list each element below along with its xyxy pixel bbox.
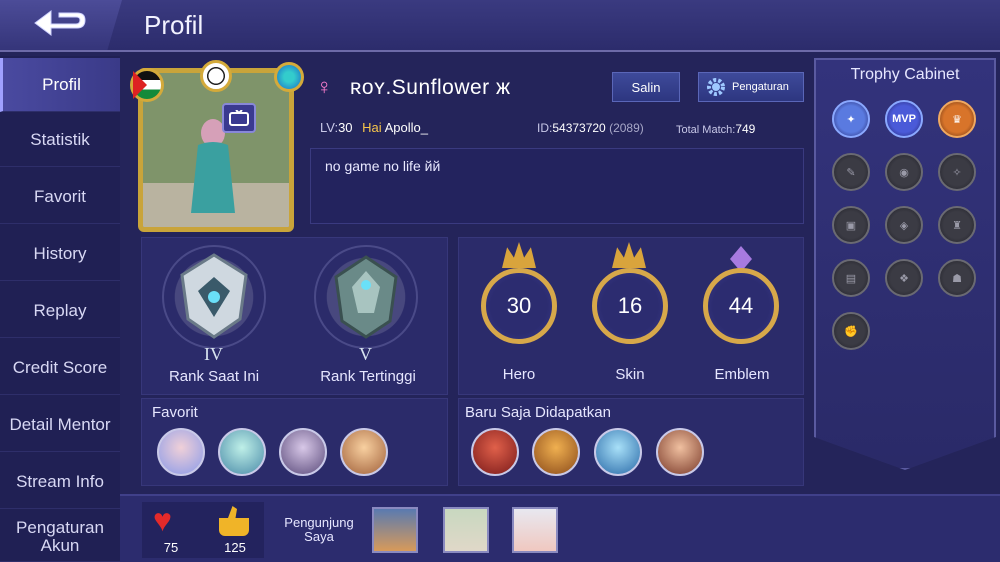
sidebar-item-pengaturan-akun[interactable]: Pengaturan Akun bbox=[0, 512, 120, 562]
skin-count-medal[interactable]: 16 bbox=[592, 268, 668, 344]
hero-label: Hero bbox=[502, 366, 536, 383]
recent-hero-avatar[interactable] bbox=[656, 428, 704, 476]
visitor-avatar[interactable] bbox=[443, 507, 489, 553]
total-match-label: Total Match: bbox=[676, 124, 736, 136]
level-info: LV:30 Hai Apollo_ bbox=[320, 120, 428, 135]
thumbs-count: 125 bbox=[224, 540, 246, 555]
sidebar-item-detail-mentor[interactable]: Detail Mentor bbox=[0, 398, 120, 452]
trophy-locked-icon[interactable]: ◉ bbox=[885, 153, 923, 191]
visitors-label: Pengunjung Saya bbox=[284, 515, 354, 545]
total-match-value: 749 bbox=[735, 122, 756, 136]
sidebar-item-profil[interactable]: Profil bbox=[0, 58, 120, 112]
sidebar-item-credit-score[interactable]: Credit Score bbox=[0, 341, 120, 395]
visitor-avatar[interactable] bbox=[512, 507, 558, 553]
server-id: (2089) bbox=[609, 121, 644, 135]
favorites-title: Favorit bbox=[152, 404, 198, 421]
sidebar-item-history[interactable]: History bbox=[0, 227, 120, 281]
trophy-locked-icon[interactable]: ◈ bbox=[885, 206, 923, 244]
sidebar: Profil Statistik Favorit History Replay … bbox=[0, 56, 120, 562]
recent-hero-avatar[interactable] bbox=[532, 428, 580, 476]
settings-button[interactable]: Pengaturan bbox=[698, 72, 804, 102]
current-rank-label: Rank Saat Ini bbox=[168, 368, 260, 385]
trophy-locked-icon[interactable]: ✊ bbox=[832, 312, 870, 350]
sidebar-item-replay[interactable]: Replay bbox=[0, 284, 120, 338]
favorite-hero-avatar[interactable] bbox=[157, 428, 205, 476]
greeting: Hai bbox=[362, 120, 382, 135]
palestine-flag-icon bbox=[130, 68, 164, 102]
favorite-hero-avatar[interactable] bbox=[340, 428, 388, 476]
visitor-avatar[interactable] bbox=[372, 507, 418, 553]
globe-icon bbox=[274, 62, 304, 92]
trophy-locked-icon[interactable]: ▣ bbox=[832, 206, 870, 244]
id-label: ID: bbox=[537, 121, 553, 135]
avatar-photo bbox=[143, 73, 289, 227]
trophy-locked-icon[interactable]: ❖ bbox=[885, 259, 923, 297]
gear-icon bbox=[707, 78, 725, 96]
highest-rank-label: Rank Tertinggi bbox=[320, 368, 416, 385]
trophy-locked-icon[interactable]: ✎ bbox=[832, 153, 870, 191]
bio-box[interactable]: no game no life йй bbox=[310, 148, 804, 224]
player-name: ʀoʏ.Sunflower ж bbox=[350, 76, 511, 99]
trophy-wings-icon[interactable]: ✦ bbox=[832, 100, 870, 138]
recent-hero-avatar[interactable] bbox=[594, 428, 642, 476]
recent-hero-avatar[interactable] bbox=[471, 428, 519, 476]
trophy-locked-icon[interactable]: ☗ bbox=[938, 259, 976, 297]
player-id: 54373720 bbox=[552, 121, 606, 135]
settings-button-label: Pengaturan bbox=[732, 81, 789, 93]
trophy-mvp-icon[interactable]: MVP bbox=[885, 100, 923, 138]
highest-rank-tier: V bbox=[359, 344, 372, 364]
current-rank-emblem-icon[interactable] bbox=[162, 245, 266, 349]
trophy-medal-icon[interactable]: ♛ bbox=[938, 100, 976, 138]
level-label: LV: bbox=[320, 120, 339, 135]
total-match-info: Total Match:749 bbox=[676, 122, 755, 136]
level-value: 30 bbox=[338, 120, 353, 135]
emblem-count-medal[interactable]: 44 bbox=[703, 268, 779, 344]
sidebar-item-stream-info[interactable]: Stream Info bbox=[0, 455, 120, 509]
tv-icon[interactable] bbox=[222, 103, 256, 133]
highest-rank-emblem-icon[interactable] bbox=[314, 245, 418, 349]
hero-count-medal[interactable]: 30 bbox=[481, 268, 557, 344]
likes-count: 75 bbox=[163, 540, 179, 555]
recent-title: Baru Saja Didapatkan bbox=[465, 404, 611, 421]
back-arrow-icon bbox=[34, 10, 86, 36]
id-info: ID:54373720 (2089) bbox=[537, 121, 644, 135]
favorite-hero-avatar[interactable] bbox=[218, 428, 266, 476]
favorite-hero-avatar[interactable] bbox=[279, 428, 327, 476]
trophy-locked-icon[interactable]: ♜ bbox=[938, 206, 976, 244]
greeting-name: Apollo_ bbox=[384, 120, 428, 135]
skin-label: Skin bbox=[615, 366, 645, 383]
trophy-cabinet-title: Trophy Cabinet bbox=[850, 66, 960, 83]
sidebar-item-statistik[interactable]: Statistik bbox=[0, 113, 120, 167]
copy-button[interactable]: Salin bbox=[612, 72, 680, 102]
heart-icon[interactable]: ♥ bbox=[153, 504, 172, 536]
bio-text: no game no life йй bbox=[325, 158, 441, 174]
trophy-locked-icon[interactable]: ✧ bbox=[938, 153, 976, 191]
back-button[interactable] bbox=[0, 0, 122, 50]
trophy-locked-icon[interactable]: ▤ bbox=[832, 259, 870, 297]
current-rank-tier: IV bbox=[204, 344, 223, 364]
page-title: Profil bbox=[144, 10, 204, 40]
female-gender-icon: ♀ bbox=[316, 74, 333, 99]
emblem-label: Emblem bbox=[714, 366, 770, 383]
sidebar-item-favorit[interactable]: Favorit bbox=[0, 170, 120, 224]
soccer-ball-icon bbox=[200, 60, 232, 92]
